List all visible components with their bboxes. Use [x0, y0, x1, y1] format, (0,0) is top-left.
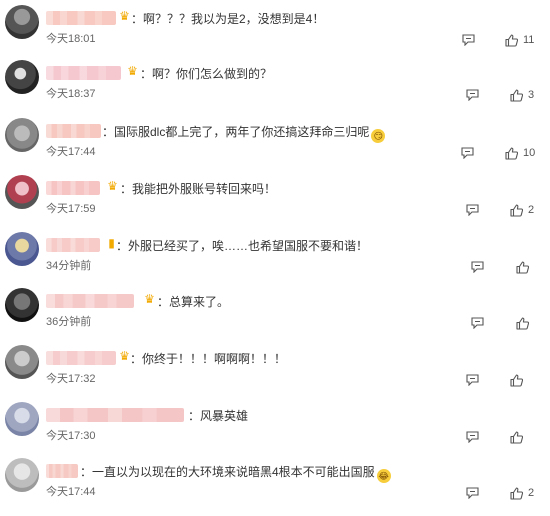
comment-item: ♛ ：啊？你们怎么做到的？ 今天18:37 3: [0, 60, 550, 117]
thumbs-up-icon: [516, 260, 529, 274]
crown-icon: ♛: [127, 64, 138, 78]
avatar[interactable]: [5, 232, 39, 266]
like-button[interactable]: [510, 429, 528, 445]
like-button[interactable]: 2: [510, 202, 534, 218]
comment-time: 36分钟前: [46, 316, 92, 328]
like-button[interactable]: 3: [510, 87, 534, 103]
comment-item: ♛ ：总算来了。 36分钟前: [0, 288, 550, 345]
reply-icon: [466, 204, 479, 216]
reply-button[interactable]: [471, 315, 484, 331]
username-blurred[interactable]: [46, 238, 100, 252]
reply-icon: [462, 34, 475, 46]
thumbs-up-icon: [510, 486, 523, 500]
avatar[interactable]: [5, 288, 39, 322]
like-button[interactable]: 11: [505, 32, 534, 48]
laugh-emoji-icon: 😂: [376, 469, 391, 483]
comment-time: 今天17:30: [46, 430, 96, 442]
username-blurred[interactable]: [46, 408, 184, 422]
comment-time: 今天18:01: [46, 33, 96, 45]
comment-text: ：风暴英雄: [188, 409, 249, 423]
username-blurred[interactable]: [46, 181, 100, 195]
comment-time: 今天18:37: [46, 88, 96, 100]
comment-item: ：一直以为以现在的大环境来说暗黑4根本不可能出国服 😂 今天17:44 2: [0, 458, 550, 515]
username-blurred[interactable]: [46, 351, 116, 365]
avatar[interactable]: [5, 345, 39, 379]
reply-button[interactable]: [471, 259, 484, 275]
avatar[interactable]: [5, 458, 39, 492]
like-button[interactable]: 2: [510, 485, 534, 501]
username-blurred[interactable]: [46, 294, 134, 308]
reply-icon: [466, 431, 479, 443]
like-count: 10: [523, 147, 536, 159]
comment-time: 今天17:44: [46, 146, 96, 158]
reply-icon: [461, 147, 474, 159]
reply-icon: [466, 374, 479, 386]
avatar[interactable]: [5, 5, 39, 39]
username-blurred[interactable]: [46, 124, 101, 138]
crown-icon: ♛: [144, 292, 155, 306]
avatar[interactable]: [5, 60, 39, 94]
avatar[interactable]: [5, 118, 39, 152]
reply-icon: [466, 89, 479, 101]
like-button[interactable]: 10: [505, 145, 535, 161]
thumbs-up-icon: [510, 203, 523, 217]
comment-time: 今天17:44: [46, 486, 96, 498]
comment-text: ：你终于！！！啊啊啊！！！: [130, 352, 287, 366]
like-count: 2: [528, 204, 535, 216]
crown-icon: ♛: [119, 9, 130, 23]
comment-item: ♛ ：我能把外服账号转回来吗！ 今天17:59 2: [0, 175, 550, 232]
comment-text: ：总算来了。: [157, 295, 230, 309]
avatar[interactable]: [5, 175, 39, 209]
like-button[interactable]: [510, 372, 528, 388]
comment-text: ：一直以为以现在的大环境来说暗黑4根本不可能出国服 😂: [80, 465, 391, 483]
like-count: 11: [523, 34, 535, 46]
thumbs-up-icon: [516, 316, 529, 330]
username-blurred[interactable]: [46, 464, 78, 478]
reply-button[interactable]: [466, 202, 479, 218]
reply-button[interactable]: [461, 145, 474, 161]
comment-list: ♛ ：啊？？？我以为是2，没想到是4！ 今天18:01 11 ♛ ：啊？你们怎么…: [0, 0, 550, 516]
comment-text: ：啊？你们怎么做到的？: [140, 67, 273, 81]
reply-button[interactable]: [466, 485, 479, 501]
comment-text: ：外服已经买了，唉……也希望国服不要和谐！: [116, 239, 369, 253]
username-blurred[interactable]: [46, 11, 116, 25]
reply-button[interactable]: [462, 32, 475, 48]
reply-button[interactable]: [466, 372, 479, 388]
comment-item: ：风暴英雄 今天17:30: [0, 402, 550, 459]
comment-text: ：我能把外服账号转回来吗！: [120, 182, 277, 196]
comment-text: ：国际服dlc都上完了，两年了你还搞这拜命三归呢 😏: [102, 124, 386, 143]
like-button[interactable]: [516, 259, 534, 275]
avatar[interactable]: [5, 402, 39, 436]
like-count: 2: [528, 487, 535, 499]
thumbs-up-icon: [510, 88, 523, 102]
reply-button[interactable]: [466, 87, 479, 103]
like-button[interactable]: [516, 315, 534, 331]
thumbs-up-icon: [510, 373, 523, 387]
reply-icon: [466, 487, 479, 499]
reply-icon: [471, 261, 484, 273]
like-count: 3: [528, 89, 535, 101]
crown-icon: ♛: [107, 179, 118, 193]
comment-item: ♛ ：啊？？？我以为是2，没想到是4！ 今天18:01 11: [0, 5, 550, 62]
comment-item: ♛ ：你终于！！！啊啊啊！！！ 今天17:32: [0, 345, 550, 402]
smirk-emoji-icon: 😏: [371, 129, 386, 143]
thumbs-up-icon: [505, 146, 518, 160]
comment-text: ：啊？？？我以为是2，没想到是4！: [131, 12, 325, 26]
reply-icon: [471, 317, 484, 329]
thumbs-up-icon: [505, 33, 518, 47]
thumbs-up-icon: [510, 430, 523, 444]
username-blurred[interactable]: [46, 66, 121, 80]
comment-item: ：国际服dlc都上完了，两年了你还搞这拜命三归呢 😏 今天17:44 10: [0, 118, 550, 175]
comment-time: 34分钟前: [46, 260, 92, 272]
comment-time: 今天17:32: [46, 373, 96, 385]
comment-time: 今天17:59: [46, 203, 96, 215]
reply-button[interactable]: [466, 429, 479, 445]
comment-item: ▮ ：外服已经买了，唉……也希望国服不要和谐！ 34分钟前: [0, 232, 550, 289]
